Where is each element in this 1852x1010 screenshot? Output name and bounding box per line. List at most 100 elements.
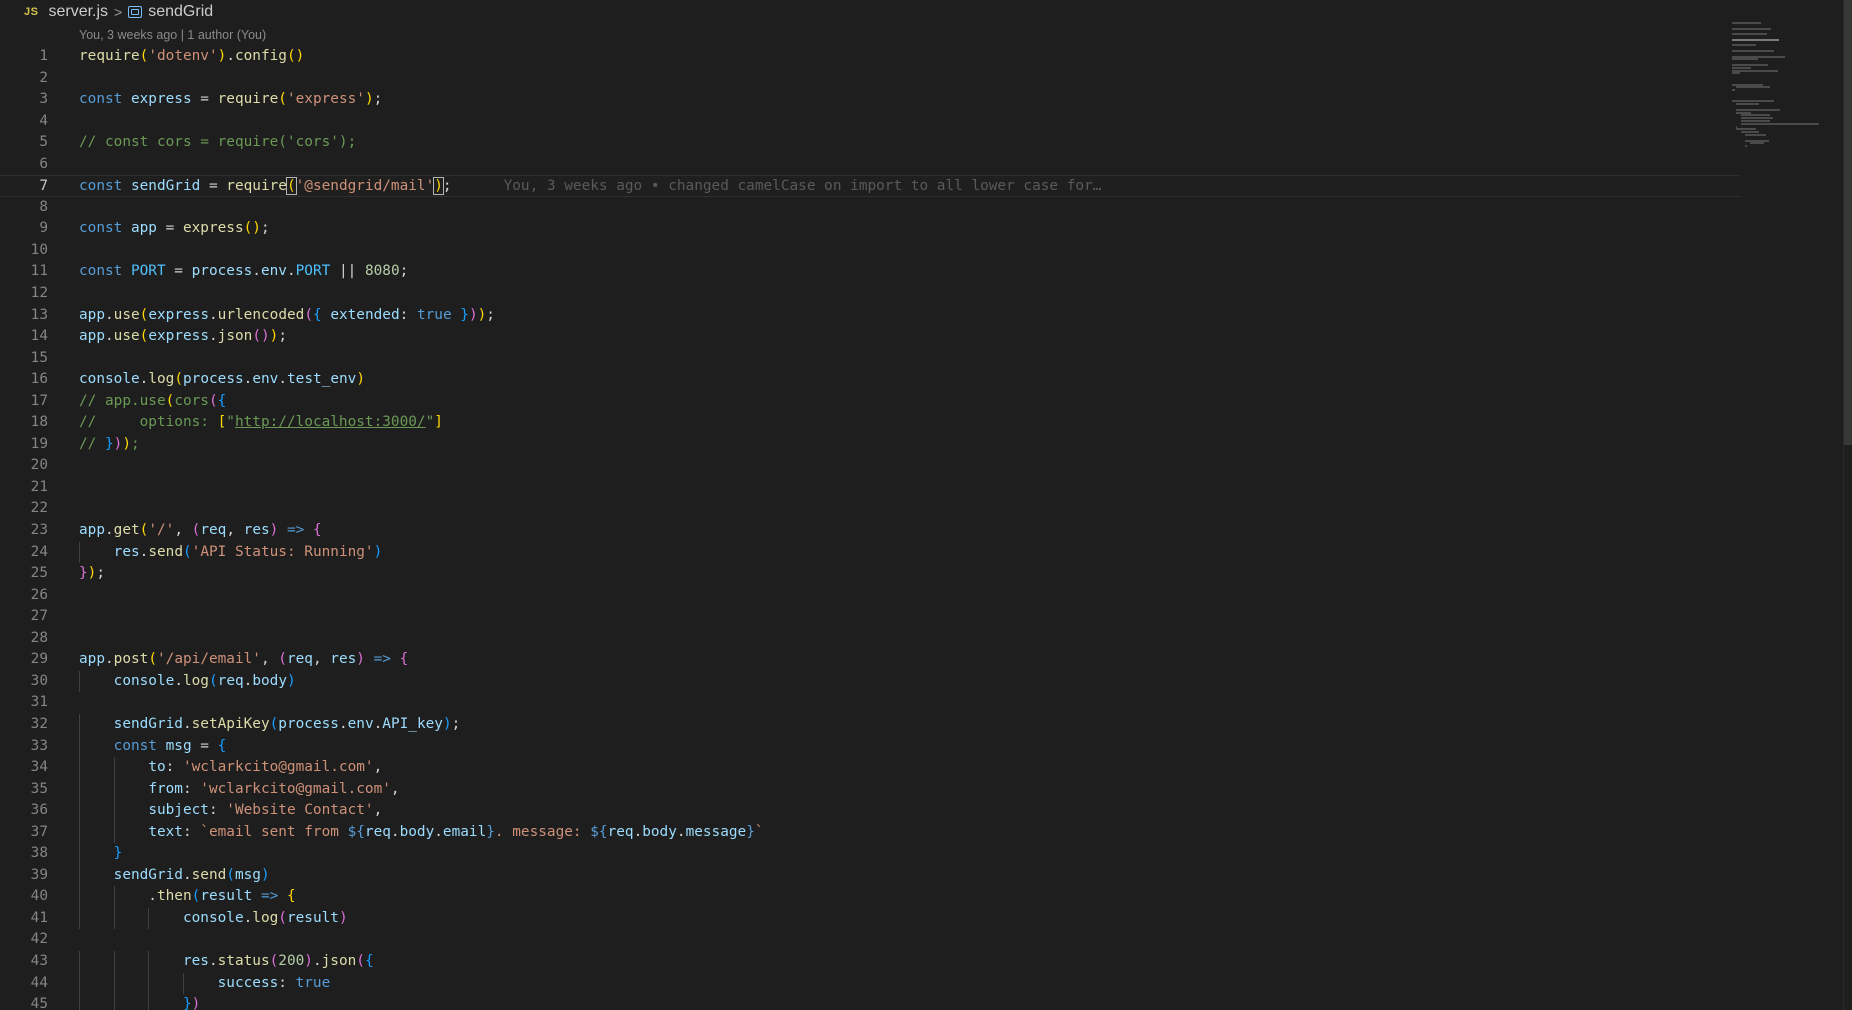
code-text[interactable]: const app = express(); bbox=[79, 218, 270, 240]
code-text[interactable]: const msg = { bbox=[79, 736, 227, 758]
line-number[interactable]: 31 bbox=[0, 692, 48, 714]
code-text[interactable]: to: 'wclarkcito@gmail.com', bbox=[79, 757, 382, 779]
code-line[interactable]: 19 // })); bbox=[0, 434, 1740, 456]
line-number[interactable]: 27 bbox=[0, 606, 48, 628]
code-line[interactable]: 10 bbox=[0, 240, 1740, 262]
code-text[interactable]: console.log(req.body) bbox=[79, 671, 296, 693]
line-number[interactable]: 26 bbox=[0, 585, 48, 607]
code-line[interactable]: 2 bbox=[0, 68, 1740, 90]
line-number[interactable]: 15 bbox=[0, 348, 48, 370]
line-number[interactable]: 36 bbox=[0, 800, 48, 822]
line-number[interactable]: 14 bbox=[0, 326, 48, 348]
code-line[interactable]: 40 .then(result => { bbox=[0, 886, 1740, 908]
code-line[interactable]: 41 console.log(result) bbox=[0, 907, 1740, 930]
line-number[interactable]: 44 bbox=[0, 973, 48, 995]
line-number[interactable]: 18 bbox=[0, 412, 48, 434]
code-line[interactable]: 39 sendGrid.send(msg) bbox=[0, 864, 1740, 887]
line-number[interactable]: 12 bbox=[0, 283, 48, 305]
line-number[interactable]: 45 bbox=[0, 994, 48, 1010]
code-text[interactable]: .then(result => { bbox=[79, 886, 295, 908]
code-text[interactable]: sendGrid.send(msg) bbox=[79, 865, 270, 887]
line-number[interactable]: 3 bbox=[0, 89, 48, 111]
line-number[interactable]: 43 bbox=[0, 951, 48, 973]
code-text[interactable]: res.send('API Status: Running') bbox=[79, 542, 383, 564]
line-number[interactable]: 2 bbox=[0, 68, 48, 90]
code-line[interactable]: 32 sendGrid.setApiKey(process.env.API_ke… bbox=[0, 713, 1740, 736]
code-text[interactable]: app.post('/api/email', (req, res) => { bbox=[79, 649, 408, 671]
code-line[interactable]: 13 app.use(express.urlencoded({ extended:… bbox=[0, 305, 1740, 327]
line-number[interactable]: 9 bbox=[0, 218, 48, 240]
code-line[interactable]: 31 bbox=[0, 692, 1740, 714]
vertical-scrollbar[interactable] bbox=[1844, 0, 1852, 445]
code-text[interactable]: // })); bbox=[79, 434, 140, 456]
line-number[interactable]: 42 bbox=[0, 929, 48, 951]
line-number[interactable]: 37 bbox=[0, 822, 48, 844]
code-line[interactable]: 34 to: 'wclarkcito@gmail.com', bbox=[0, 757, 1740, 779]
code-line[interactable]: 20 bbox=[0, 455, 1740, 477]
code-line[interactable]: 36 subject: 'Website Contact', bbox=[0, 800, 1740, 822]
code-text[interactable]: subject: 'Website Contact', bbox=[79, 800, 382, 822]
code-line[interactable]: 23 app.get('/', (req, res) => { bbox=[0, 520, 1740, 542]
code-text[interactable]: // const cors = require('cors'); bbox=[79, 132, 356, 154]
line-number[interactable]: 13 bbox=[0, 305, 48, 327]
line-number[interactable]: 25 bbox=[0, 563, 48, 585]
code-line[interactable]: 15 bbox=[0, 348, 1740, 370]
line-number[interactable]: 33 bbox=[0, 736, 48, 758]
line-number[interactable]: 8 bbox=[0, 197, 48, 219]
code-line[interactable]: 27 bbox=[0, 606, 1740, 628]
line-number[interactable]: 24 bbox=[0, 542, 48, 564]
line-number[interactable]: 28 bbox=[0, 628, 48, 650]
code-text[interactable]: sendGrid.setApiKey(process.env.API_key); bbox=[79, 714, 461, 736]
code-line[interactable]: 5 // const cors = require('cors'); bbox=[0, 132, 1740, 154]
code-text[interactable]: const sendGrid = require('@sendgrid/mail… bbox=[79, 176, 1101, 198]
code-text[interactable]: res.status(200).json({ bbox=[79, 951, 374, 973]
line-number[interactable]: 29 bbox=[0, 649, 48, 671]
code-line[interactable]: 9 const app = express(); bbox=[0, 218, 1740, 240]
breadcrumb-symbol[interactable]: sendGrid bbox=[148, 3, 213, 21]
code-text[interactable]: app.use(express.json()); bbox=[79, 326, 287, 348]
code-line[interactable]: 29 app.post('/api/email', (req, res) => { bbox=[0, 649, 1740, 671]
code-line[interactable]: 38 } bbox=[0, 843, 1740, 865]
code-line[interactable]: 11 const PORT = process.env.PORT || 8080; bbox=[0, 261, 1740, 283]
line-number[interactable]: 34 bbox=[0, 757, 48, 779]
line-number[interactable]: 32 bbox=[0, 714, 48, 736]
line-number[interactable]: 6 bbox=[0, 154, 48, 176]
line-number[interactable]: 20 bbox=[0, 455, 48, 477]
code-line[interactable]: 21 bbox=[0, 477, 1740, 499]
line-number[interactable]: 23 bbox=[0, 520, 48, 542]
code-text[interactable]: // app.use(cors({ bbox=[79, 391, 226, 413]
line-number[interactable]: 22 bbox=[0, 498, 48, 520]
line-number[interactable]: 1 bbox=[0, 46, 48, 68]
code-text[interactable]: const PORT = process.env.PORT || 8080; bbox=[79, 261, 408, 283]
code-text[interactable]: require('dotenv').config() bbox=[79, 46, 304, 68]
code-line[interactable]: 17 // app.use(cors({ bbox=[0, 391, 1740, 413]
code-line[interactable]: 35 from: 'wclarkcito@gmail.com', bbox=[0, 778, 1740, 801]
code-text[interactable]: from: 'wclarkcito@gmail.com', bbox=[79, 779, 399, 801]
code-line[interactable]: 26 bbox=[0, 585, 1740, 607]
code-line[interactable]: 1 require('dotenv').config() bbox=[0, 46, 1740, 68]
code-text[interactable]: app.use(express.urlencoded({ extended: t… bbox=[79, 305, 495, 327]
code-editor[interactable]: 1 require('dotenv').config() 2 3 const expre… bbox=[0, 46, 1740, 1010]
line-number[interactable]: 16 bbox=[0, 369, 48, 391]
code-line[interactable]: 16 console.log(process.env.test_env) bbox=[0, 369, 1740, 391]
code-line[interactable]: 45 }) bbox=[0, 994, 1740, 1010]
code-line[interactable]: 30 console.log(req.body) bbox=[0, 670, 1740, 693]
line-number[interactable]: 19 bbox=[0, 434, 48, 456]
code-text[interactable]: app.get('/', (req, res) => { bbox=[79, 520, 322, 542]
line-number[interactable]: 17 bbox=[0, 391, 48, 413]
code-line[interactable]: 3 const express = require('express'); bbox=[0, 89, 1740, 111]
line-number[interactable]: 40 bbox=[0, 886, 48, 908]
line-number[interactable]: 10 bbox=[0, 240, 48, 262]
code-line[interactable]: 22 bbox=[0, 498, 1740, 520]
code-text[interactable]: }) bbox=[79, 994, 200, 1010]
code-line[interactable]: 4 bbox=[0, 111, 1740, 133]
code-line[interactable]: 14 app.use(express.json()); bbox=[0, 326, 1740, 348]
code-line[interactable]: 18// options: ["http://localhost:3000/"] bbox=[0, 412, 1740, 434]
code-text[interactable]: }); bbox=[79, 563, 105, 585]
code-line[interactable]: 33 const msg = { bbox=[0, 735, 1740, 758]
code-text[interactable]: console.log(process.env.test_env) bbox=[79, 369, 365, 391]
line-number[interactable]: 39 bbox=[0, 865, 48, 887]
code-text[interactable]: } bbox=[79, 843, 123, 865]
line-number[interactable]: 41 bbox=[0, 908, 48, 930]
code-line[interactable]: 8 bbox=[0, 197, 1740, 219]
